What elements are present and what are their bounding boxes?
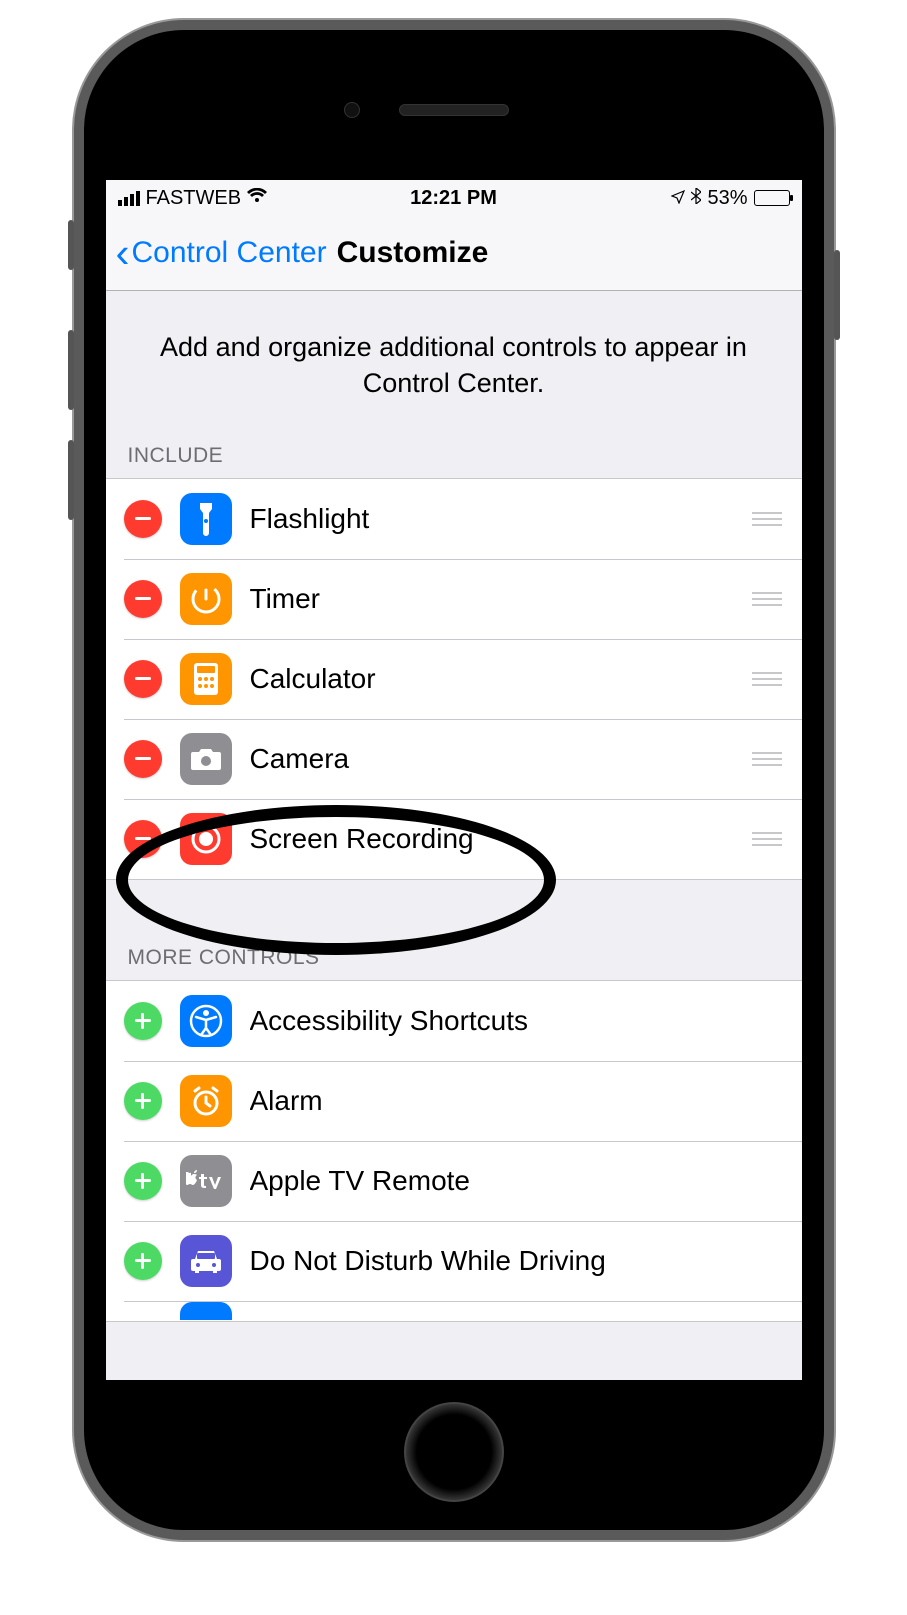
location-icon — [671, 187, 685, 210]
car-icon — [180, 1235, 232, 1287]
include-header: INCLUDE — [106, 438, 802, 478]
row-label: Do Not Disturb While Driving — [250, 1245, 784, 1277]
front-camera — [344, 102, 360, 118]
include-list: Flashlight Timer — [106, 478, 802, 880]
row-label: Calculator — [250, 663, 750, 695]
add-button[interactable] — [124, 1242, 162, 1280]
drag-handle-icon[interactable] — [750, 672, 784, 686]
drag-handle-icon[interactable] — [750, 832, 784, 846]
appletv-icon — [180, 1155, 232, 1207]
carrier-label: FASTWEB — [146, 187, 242, 210]
chevron-left-icon: ‹ — [116, 232, 130, 274]
row-label: Alarm — [250, 1085, 784, 1117]
nav-bar: ‹ Control Center Customize — [106, 216, 802, 291]
accessibility-icon — [180, 995, 232, 1047]
signal-icon — [118, 191, 140, 206]
battery-pct: 53% — [707, 187, 747, 210]
calculator-icon — [180, 653, 232, 705]
screen: FASTWEB 12:21 PM 53% — [106, 180, 802, 1380]
drag-handle-icon[interactable] — [750, 512, 784, 526]
row-timer[interactable]: Timer — [106, 559, 802, 639]
more-list: Accessibility Shortcuts Alarm Appl — [106, 980, 802, 1322]
mute-switch — [68, 220, 74, 270]
add-button[interactable] — [124, 1002, 162, 1040]
row-label: Apple TV Remote — [250, 1165, 784, 1197]
row-label: Camera — [250, 743, 750, 775]
row-partial — [106, 1301, 802, 1321]
row-flashlight[interactable]: Flashlight — [106, 479, 802, 559]
row-dnd-driving[interactable]: Do Not Disturb While Driving — [106, 1221, 802, 1301]
clock: 12:21 PM — [410, 187, 497, 210]
bluetooth-icon — [691, 187, 701, 210]
remove-button[interactable] — [124, 660, 162, 698]
speaker-grille — [399, 104, 509, 116]
row-calculator[interactable]: Calculator — [106, 639, 802, 719]
timer-icon — [180, 573, 232, 625]
camera-icon — [180, 733, 232, 785]
add-button[interactable] — [124, 1082, 162, 1120]
drag-handle-icon[interactable] — [750, 752, 784, 766]
flashlight-icon — [180, 493, 232, 545]
power-button — [834, 250, 840, 340]
row-alarm[interactable]: Alarm — [106, 1061, 802, 1141]
row-appletv[interactable]: Apple TV Remote — [106, 1141, 802, 1221]
remove-button[interactable] — [124, 740, 162, 778]
alarm-icon — [180, 1075, 232, 1127]
wifi-icon — [247, 187, 267, 210]
row-label: Screen Recording — [250, 823, 750, 855]
back-label: Control Center — [132, 236, 327, 270]
battery-icon — [754, 190, 790, 206]
add-button[interactable] — [124, 1162, 162, 1200]
partial-icon — [180, 1302, 232, 1320]
record-icon — [180, 813, 232, 865]
intro-text: Add and organize additional controls to … — [106, 291, 802, 438]
row-screen-recording[interactable]: Screen Recording — [106, 799, 802, 879]
volume-up — [68, 330, 74, 410]
row-accessibility[interactable]: Accessibility Shortcuts — [106, 981, 802, 1061]
row-label: Flashlight — [250, 503, 750, 535]
phone-frame: FASTWEB 12:21 PM 53% — [74, 20, 834, 1540]
home-button[interactable] — [404, 1402, 504, 1502]
back-button[interactable]: ‹ Control Center — [116, 232, 327, 274]
status-bar: FASTWEB 12:21 PM 53% — [106, 180, 802, 216]
row-camera[interactable]: Camera — [106, 719, 802, 799]
remove-button[interactable] — [124, 820, 162, 858]
volume-down — [68, 440, 74, 520]
remove-button[interactable] — [124, 500, 162, 538]
more-header: MORE CONTROLS — [106, 940, 802, 980]
drag-handle-icon[interactable] — [750, 592, 784, 606]
row-label: Timer — [250, 583, 750, 615]
row-label: Accessibility Shortcuts — [250, 1005, 784, 1037]
remove-button[interactable] — [124, 580, 162, 618]
page-title: Customize — [337, 236, 489, 270]
